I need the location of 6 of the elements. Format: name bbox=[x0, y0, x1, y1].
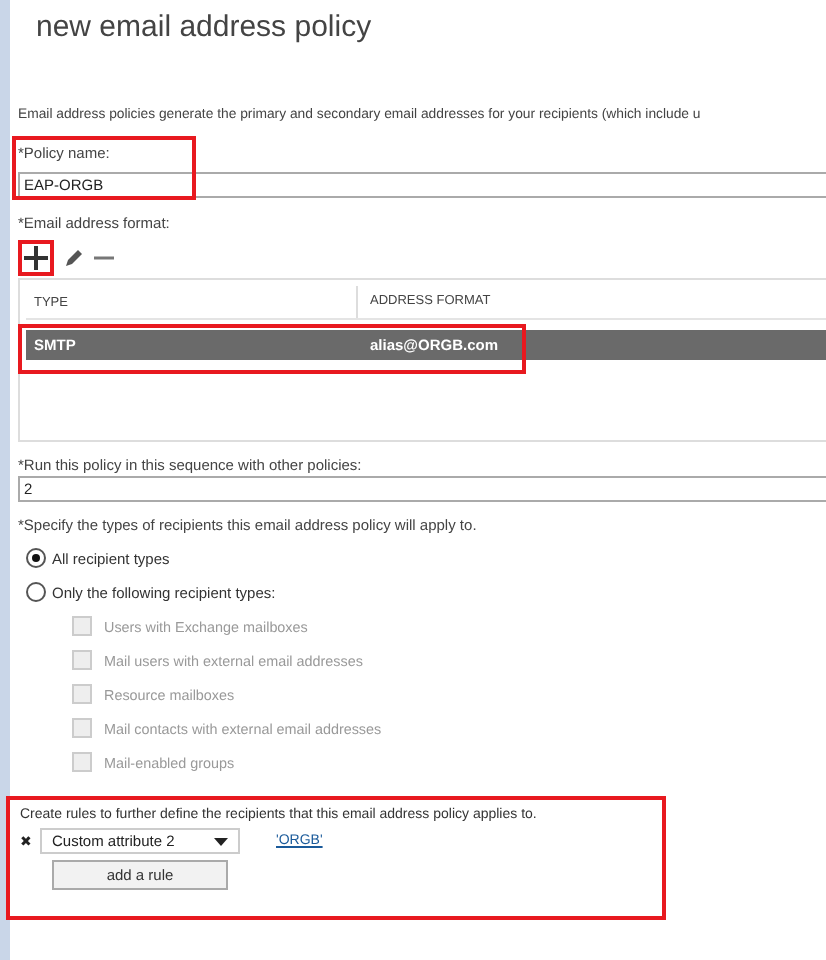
pencil-icon[interactable] bbox=[64, 248, 84, 268]
radio-button[interactable] bbox=[26, 548, 46, 568]
caret-icon bbox=[214, 837, 228, 845]
radio-button[interactable] bbox=[26, 582, 46, 602]
add-button[interactable] bbox=[18, 240, 54, 276]
dialog-title: new email address policy bbox=[36, 10, 372, 44]
